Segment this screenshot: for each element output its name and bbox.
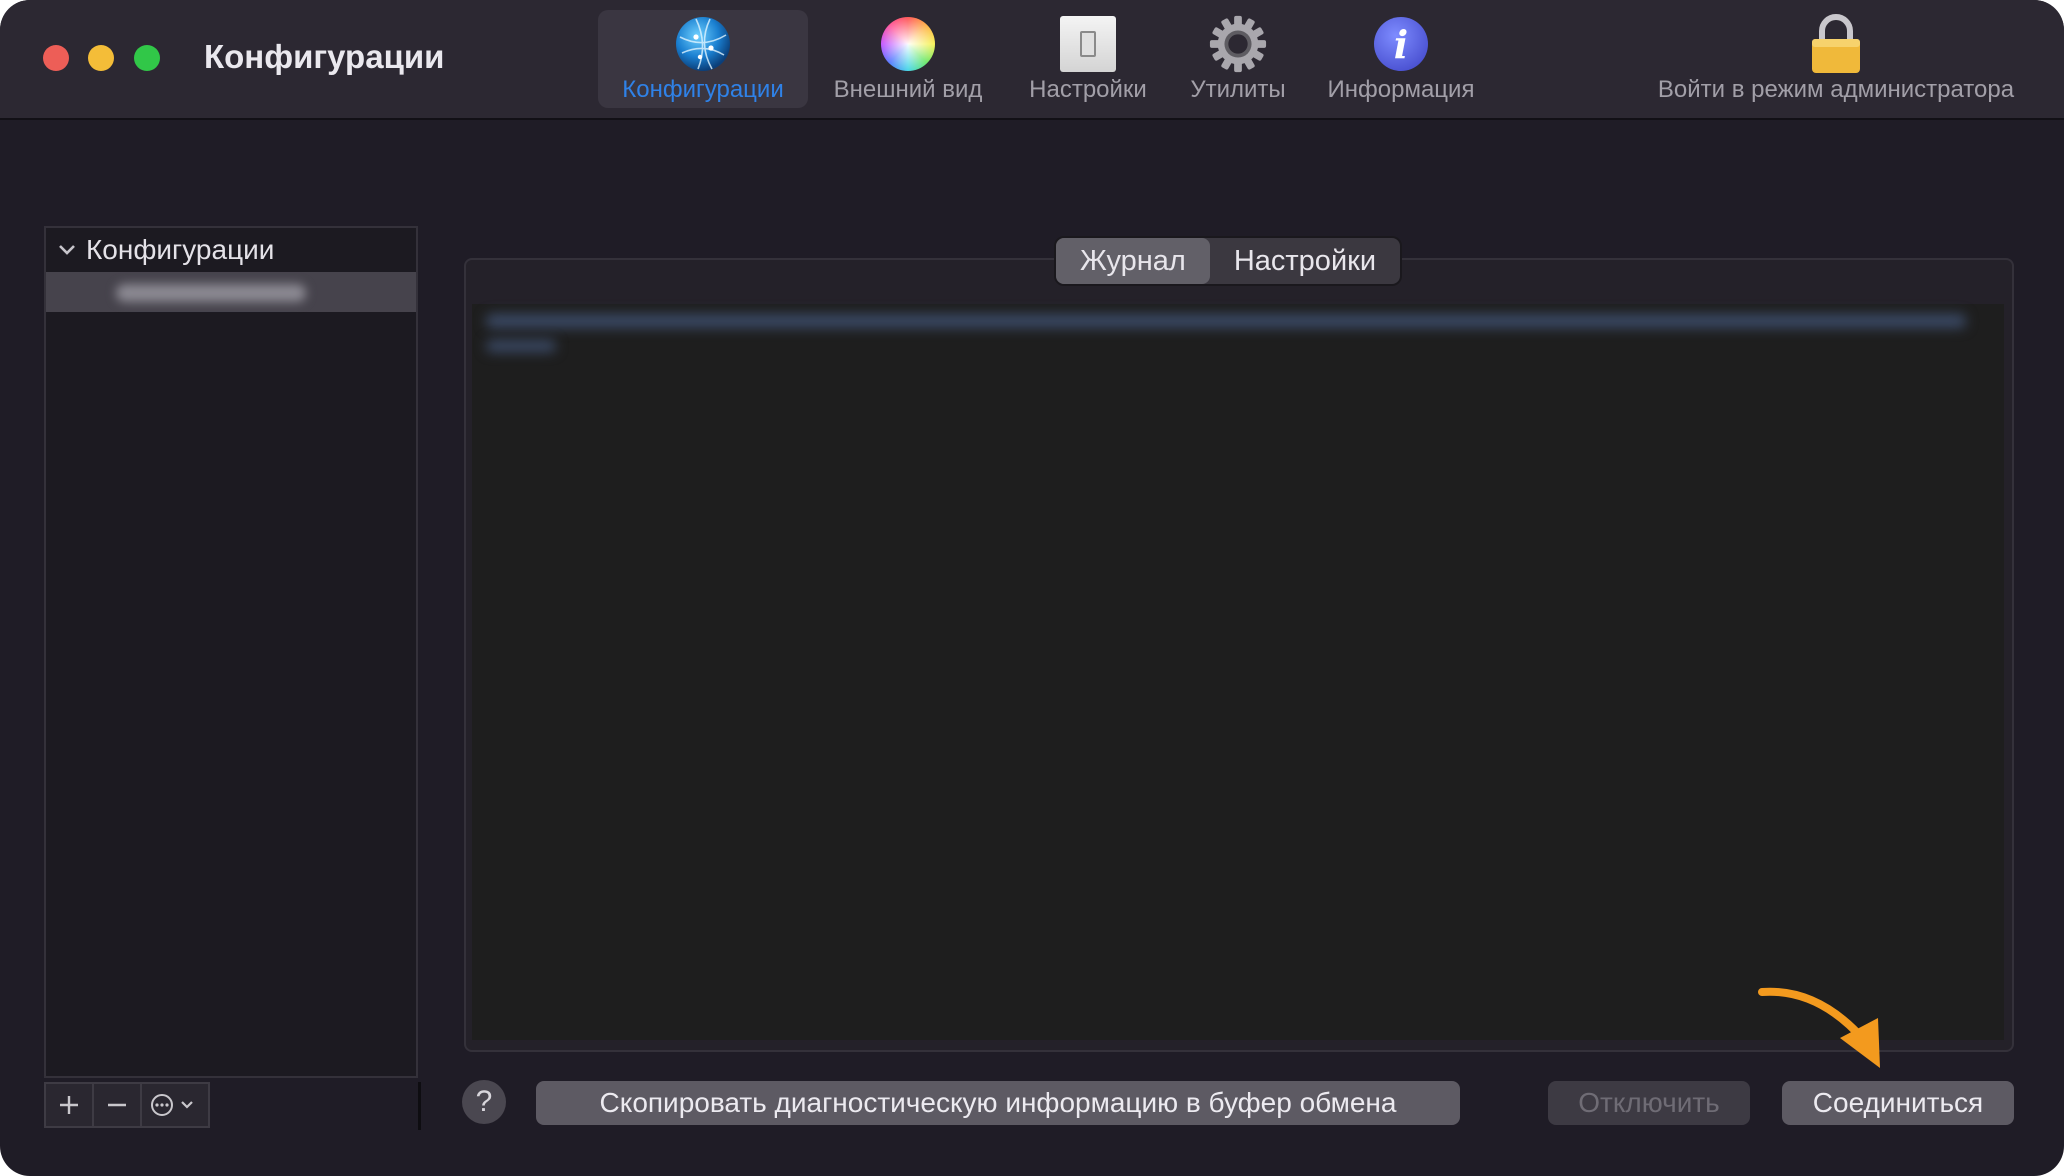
admin-login-label: Войти в режим администратора [1657, 76, 2015, 103]
connect-button[interactable]: Соединиться [1782, 1081, 2014, 1125]
annotation-arrow-icon [1758, 987, 1880, 1068]
configurations-sidebar: Конфигурации [44, 226, 418, 1078]
toolbar-settings[interactable]: Настройки [1010, 10, 1166, 108]
sidebar-section-header[interactable]: Конфигурации [46, 228, 416, 272]
zoom-window-button[interactable] [134, 45, 160, 71]
toolbar-utilities[interactable]: Утилиты [1178, 10, 1298, 108]
gear-icon [1208, 14, 1268, 74]
toolbar-settings-label: Настройки [1029, 76, 1147, 103]
app-window: Конфигурации Конфигурации Внешний вид На… [0, 0, 2064, 1176]
admin-login-button[interactable]: Войти в режим администратора [1634, 10, 2038, 108]
blurred-log-line [486, 340, 556, 352]
close-window-button[interactable] [43, 45, 69, 71]
ellipsis-circle-icon [151, 1094, 193, 1116]
more-actions-menu[interactable] [142, 1084, 208, 1126]
info-icon: i [1371, 14, 1431, 74]
blurred-configuration-name [116, 284, 306, 302]
log-panel [464, 258, 2014, 1052]
toolbar-information-label: Информация [1327, 76, 1475, 103]
disconnect-button[interactable]: Отключить [1548, 1081, 1750, 1125]
toolbar-utilities-label: Утилиты [1190, 76, 1286, 103]
sidebar-divider [418, 1082, 421, 1130]
sidebar-section-title: Конфигурации [86, 234, 275, 265]
log-text-area[interactable] [472, 304, 2004, 1040]
sidebar-toolbar [44, 1082, 210, 1128]
minimize-window-button[interactable] [88, 45, 114, 71]
title-bar: Конфигурации Конфигурации Внешний вид На… [0, 0, 2064, 120]
blurred-log-line [486, 314, 1966, 328]
tab-settings[interactable]: Настройки [1210, 238, 1400, 284]
copy-diagnostics-button[interactable]: Скопировать диагностическую информацию в… [536, 1081, 1460, 1125]
add-configuration-button[interactable] [46, 1084, 94, 1126]
toolbar-configurations-label: Конфигурации [622, 76, 784, 103]
globe-icon [673, 14, 733, 74]
minus-icon [108, 1103, 126, 1107]
toolbar-appearance-label: Внешний вид [833, 76, 983, 103]
color-wheel-icon [878, 14, 938, 74]
toolbar-configurations[interactable]: Конфигурации [598, 10, 808, 108]
tab-segmented-control: Журнал Настройки [1054, 236, 1403, 286]
switch-icon [1058, 14, 1118, 74]
tab-log[interactable]: Журнал [1056, 238, 1210, 284]
help-button[interactable]: ? [462, 1080, 506, 1124]
plus-icon [60, 1096, 78, 1114]
lock-icon [1806, 14, 1866, 74]
window-title: Конфигурации [204, 38, 445, 75]
toolbar-information[interactable]: i Информация [1316, 10, 1486, 108]
chevron-down-icon[interactable] [56, 239, 78, 261]
remove-configuration-button[interactable] [94, 1084, 142, 1126]
toolbar-appearance[interactable]: Внешний вид [818, 10, 998, 108]
sidebar-item-configuration[interactable] [46, 272, 416, 312]
